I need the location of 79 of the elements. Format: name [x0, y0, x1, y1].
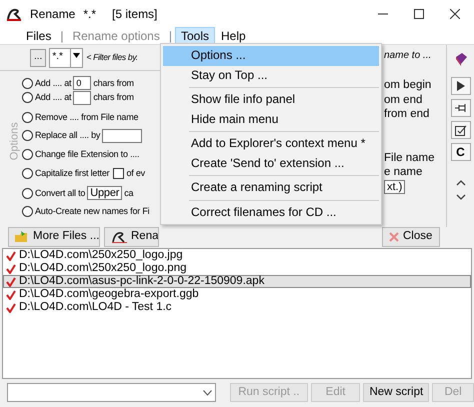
option-label: of ev — [126, 167, 145, 180]
option-label: Add .... at — [35, 76, 72, 90]
option-label: Replace all .... by — [35, 129, 100, 142]
close-button[interactable]: Close — [382, 227, 440, 247]
menu-item[interactable]: Stay on Top ... — [163, 66, 379, 85]
option-label: Convert all to — [35, 186, 86, 200]
menu-separator: | — [59, 28, 64, 45]
filter-hint: < Filter files by. — [86, 51, 138, 64]
radio-button[interactable] — [22, 206, 33, 218]
letter-button[interactable]: C — [450, 143, 470, 161]
menu-item[interactable]: Add to Explorer's context menu * — [163, 134, 379, 154]
option-label: Add .... at — [35, 91, 72, 104]
option-label: Change file Extension to .... — [35, 148, 140, 161]
pin-button[interactable] — [450, 99, 470, 117]
item-count: [5 items] — [112, 6, 158, 23]
option-label: from end — [384, 108, 430, 120]
check-icon[interactable] — [6, 250, 16, 260]
check-icon[interactable] — [6, 302, 16, 312]
spin-field[interactable]: 0 — [73, 76, 92, 90]
check-icon[interactable] — [6, 290, 16, 300]
option-label: om end — [384, 94, 422, 106]
menu-item[interactable]: Show file info panel — [163, 90, 379, 110]
file-row[interactable]: D:\LO4D.com\asus-pc-link-2-0-0-22-150909.apk — [3, 275, 471, 288]
file-mask: *.* — [83, 6, 96, 23]
check-button[interactable] — [450, 121, 470, 139]
menu-item[interactable]: Create a renaming script — [163, 178, 379, 198]
menu-separator: | — [168, 28, 173, 45]
dropdown-icon[interactable] — [203, 390, 212, 396]
menu-item[interactable]: Options ... — [163, 46, 379, 66]
window-title: Rename — [30, 6, 76, 23]
more-files-button[interactable]: More Files ... — [8, 227, 100, 247]
mask-combo[interactable]: *.* — [49, 48, 84, 68]
radio-button[interactable] — [22, 78, 33, 89]
option-label: chars from — [93, 91, 134, 104]
file-row[interactable]: D:\LO4D.com\250x250_logo.png — [3, 262, 471, 275]
pin-icon[interactable] — [454, 103, 466, 113]
script-button[interactable]: New script — [363, 383, 430, 402]
close-button[interactable] — [450, 9, 460, 19]
radio-button[interactable] — [22, 130, 33, 142]
menu-item[interactable]: Files — [20, 27, 58, 45]
dropdown-icon[interactable] — [73, 53, 80, 58]
option-label: ca — [124, 186, 134, 200]
rename-hint: name to ... — [384, 49, 432, 63]
radio-button[interactable] — [22, 168, 33, 180]
options-label: Options — [8, 122, 22, 160]
option-label: chars from — [93, 76, 134, 90]
app-icon — [6, 7, 22, 21]
check-icon[interactable] — [6, 276, 16, 286]
radio-button[interactable] — [22, 188, 33, 199]
extension-combo[interactable]: xt.) — [384, 180, 406, 194]
option-label: Remove .... from File name — [35, 110, 138, 124]
radio-button[interactable] — [22, 148, 33, 160]
spin-field[interactable] — [73, 90, 92, 105]
option-label: Capitalize first letter — [35, 167, 110, 180]
play-icon[interactable] — [456, 81, 464, 91]
maximize-button[interactable] — [414, 9, 424, 19]
file-row[interactable]: D:\LO4D.com\geogebra-export.ggb — [3, 288, 471, 301]
option-label: om begin — [384, 79, 432, 91]
option-label: File name — [384, 152, 434, 164]
option-label: e name — [384, 166, 422, 178]
run-button[interactable] — [450, 77, 470, 95]
file-list[interactable]: D:\LO4D.com\250x250_logo.jpg D:\LO4D.com\250x250_logo.png D:\LO4D.com\asus-pc-link-2-0-0-22-150909.apk D:\LO4D.com\geogebra-export.ggb D:\LO4D.com\LO4D - Test 1.c — [2, 248, 472, 379]
file-row[interactable]: D:\LO4D.com\250x250_logo.jpg — [3, 249, 471, 262]
radio-button[interactable] — [22, 112, 33, 123]
menu-item[interactable]: Hide main menu — [163, 110, 379, 129]
browse-button[interactable]: ... — [30, 48, 46, 66]
scroll-arrows-icon[interactable] — [456, 179, 466, 201]
checkbox-icon[interactable] — [454, 124, 466, 136]
case-combo[interactable]: Upper — [87, 186, 122, 200]
checkbox[interactable] — [113, 168, 124, 180]
menu-item[interactable]: Help — [215, 27, 252, 45]
menu-item[interactable]: Create 'Send to' extension ... — [163, 154, 379, 173]
menu-item[interactable]: Correct filenames for CD ... — [163, 202, 379, 222]
text-field[interactable] — [102, 128, 142, 143]
rename-icon[interactable] — [111, 231, 127, 243]
radio-button[interactable] — [22, 92, 33, 104]
file-row[interactable]: D:\LO4D.com\LO4D - Test 1.c — [3, 301, 471, 314]
option-label: Auto-Create new names for Fi — [35, 205, 150, 218]
check-icon[interactable] — [6, 264, 16, 274]
